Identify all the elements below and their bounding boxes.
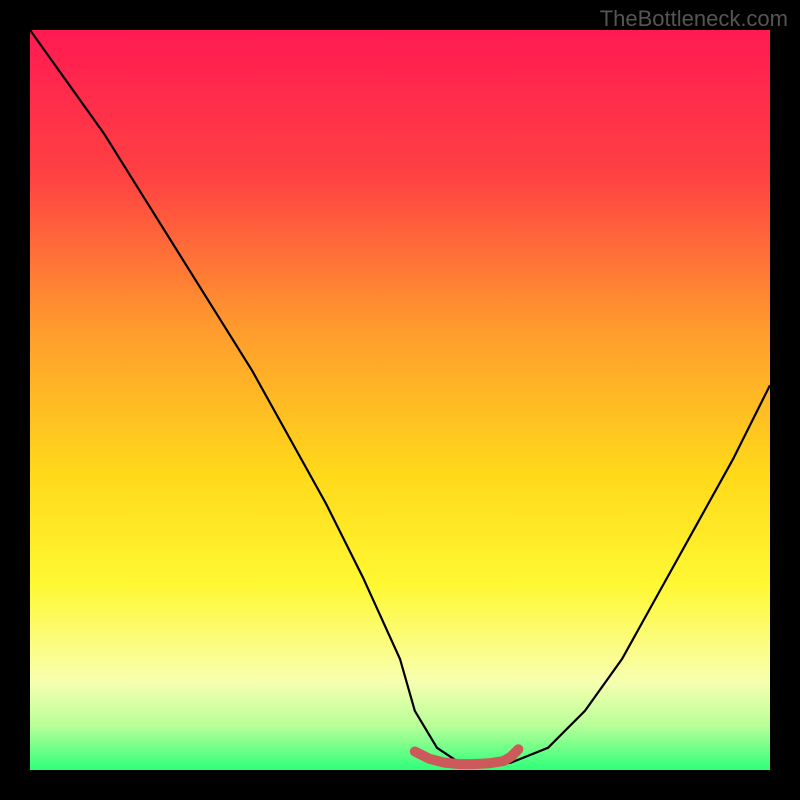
watermark-text: TheBottleneck.com <box>600 6 788 32</box>
chart-svg <box>30 30 770 770</box>
chart-plot-area <box>30 30 770 770</box>
